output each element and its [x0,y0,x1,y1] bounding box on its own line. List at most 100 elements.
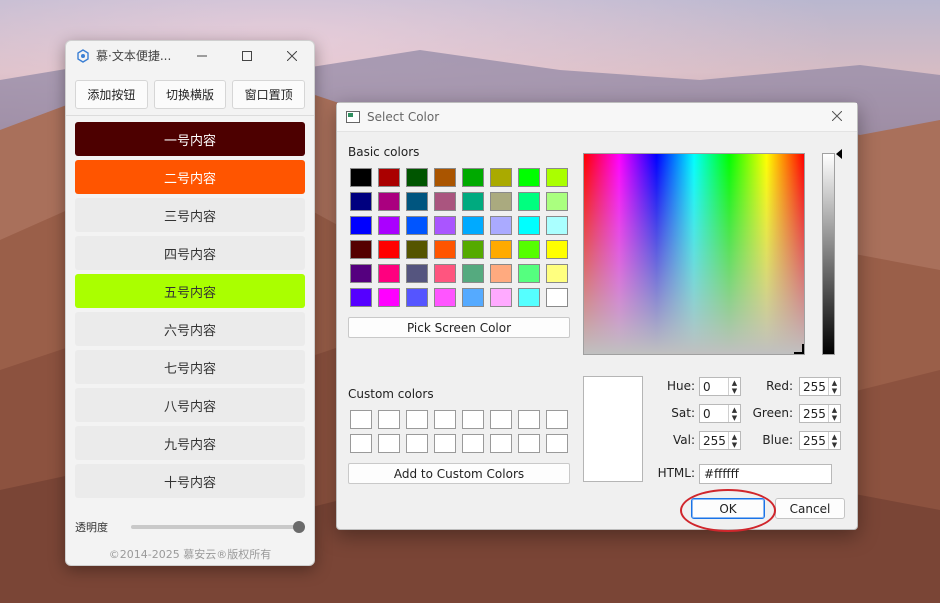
basic-color-swatch[interactable] [518,192,540,211]
add-button-button[interactable]: 添加按钮 [75,80,148,109]
basic-color-swatch[interactable] [406,192,428,211]
val-spinbox[interactable]: 255 ▲ ▼ [699,431,741,450]
basic-color-swatch[interactable] [406,264,428,283]
custom-color-swatch[interactable] [518,434,540,453]
basic-color-swatch[interactable] [518,216,540,235]
basic-color-swatch[interactable] [350,264,372,283]
basic-color-swatch[interactable] [406,216,428,235]
switch-layout-button[interactable]: 切换横版 [153,80,227,109]
add-to-custom-colors-button[interactable]: Add to Custom Colors [348,463,570,484]
basic-color-swatch[interactable] [546,192,568,211]
custom-color-swatch[interactable] [546,410,568,429]
basic-color-swatch[interactable] [406,168,428,187]
minimize-button[interactable] [179,41,224,70]
basic-color-swatch[interactable] [490,240,512,259]
basic-color-swatch[interactable] [518,168,540,187]
spin-arrows-icon[interactable]: ▲ ▼ [828,432,840,449]
pin-window-top-button[interactable]: 窗口置顶 [232,80,306,109]
spin-arrows-icon[interactable]: ▲ ▼ [728,405,740,422]
basic-color-swatch[interactable] [406,240,428,259]
custom-color-swatch[interactable] [462,434,484,453]
green-value[interactable]: 255 [800,407,828,421]
basic-color-swatch[interactable] [434,240,456,259]
basic-color-swatch[interactable] [350,168,372,187]
custom-color-swatch[interactable] [434,434,456,453]
content-item[interactable]: 八号内容 [75,388,305,422]
dialog-close-button[interactable] [817,109,857,125]
content-item[interactable]: 六号内容 [75,312,305,346]
custom-color-swatch[interactable] [406,434,428,453]
basic-color-swatch[interactable] [546,168,568,187]
basic-color-swatch[interactable] [406,288,428,307]
basic-color-swatch[interactable] [378,240,400,259]
basic-color-swatch[interactable] [518,240,540,259]
spin-arrows-icon[interactable]: ▲ ▼ [828,405,840,422]
basic-color-swatch[interactable] [350,288,372,307]
pick-screen-color-button[interactable]: Pick Screen Color [348,317,570,338]
green-spinbox[interactable]: 255 ▲ ▼ [799,404,841,423]
opacity-slider-handle[interactable] [293,521,305,533]
basic-color-swatch[interactable] [434,264,456,283]
basic-color-swatch[interactable] [490,264,512,283]
content-item[interactable]: 九号内容 [75,426,305,460]
basic-color-swatch[interactable] [378,264,400,283]
spin-arrows-icon[interactable]: ▲ ▼ [728,432,740,449]
cancel-button[interactable]: Cancel [775,498,845,519]
basic-color-swatch[interactable] [462,264,484,283]
basic-color-swatch[interactable] [490,168,512,187]
val-value[interactable]: 255 [700,434,728,448]
basic-color-swatch[interactable] [546,216,568,235]
basic-color-swatch[interactable] [462,168,484,187]
basic-color-swatch[interactable] [350,240,372,259]
luminance-arrow-icon[interactable] [836,149,842,159]
blue-spinbox[interactable]: 255 ▲ ▼ [799,431,841,450]
basic-color-swatch[interactable] [434,216,456,235]
maximize-button[interactable] [224,41,269,70]
basic-color-swatch[interactable] [546,240,568,259]
basic-color-swatch[interactable] [462,288,484,307]
basic-color-swatch[interactable] [490,192,512,211]
basic-color-swatch[interactable] [462,240,484,259]
content-item[interactable]: 一号内容 [75,122,305,156]
basic-color-swatch[interactable] [378,288,400,307]
basic-color-swatch[interactable] [350,192,372,211]
basic-color-swatch[interactable] [378,192,400,211]
custom-color-swatch[interactable] [462,410,484,429]
basic-color-swatch[interactable] [434,192,456,211]
opacity-slider[interactable] [131,521,305,533]
content-item[interactable]: 二号内容 [75,160,305,194]
spin-arrows-icon[interactable]: ▲ ▼ [728,378,740,395]
basic-color-swatch[interactable] [546,264,568,283]
blue-value[interactable]: 255 [800,434,828,448]
basic-color-swatch[interactable] [546,288,568,307]
content-item[interactable]: 七号内容 [75,350,305,384]
custom-color-swatch[interactable] [378,410,400,429]
basic-color-swatch[interactable] [378,216,400,235]
basic-color-swatch[interactable] [462,216,484,235]
close-button[interactable] [269,41,314,70]
custom-color-swatch[interactable] [378,434,400,453]
content-item[interactable]: 四号内容 [75,236,305,270]
sat-value[interactable]: 0 [700,407,728,421]
red-spinbox[interactable]: 255 ▲ ▼ [799,377,841,396]
red-value[interactable]: 255 [800,380,828,394]
basic-color-swatch[interactable] [490,216,512,235]
custom-color-swatch[interactable] [406,410,428,429]
hue-spinbox[interactable]: 0 ▲ ▼ [699,377,741,396]
html-color-input[interactable]: #ffffff [699,464,832,484]
luminance-slider[interactable] [822,153,835,355]
sat-spinbox[interactable]: 0 ▲ ▼ [699,404,741,423]
hue-value[interactable]: 0 [700,380,728,394]
custom-color-swatch[interactable] [546,434,568,453]
basic-color-swatch[interactable] [490,288,512,307]
custom-color-swatch[interactable] [350,434,372,453]
basic-color-swatch[interactable] [434,288,456,307]
color-spectrum-picker[interactable] [583,153,805,355]
basic-color-swatch[interactable] [462,192,484,211]
content-item[interactable]: 十号内容 [75,464,305,498]
content-item[interactable]: 三号内容 [75,198,305,232]
custom-color-swatch[interactable] [350,410,372,429]
custom-color-swatch[interactable] [518,410,540,429]
spin-arrows-icon[interactable]: ▲ ▼ [828,378,840,395]
basic-color-swatch[interactable] [350,216,372,235]
